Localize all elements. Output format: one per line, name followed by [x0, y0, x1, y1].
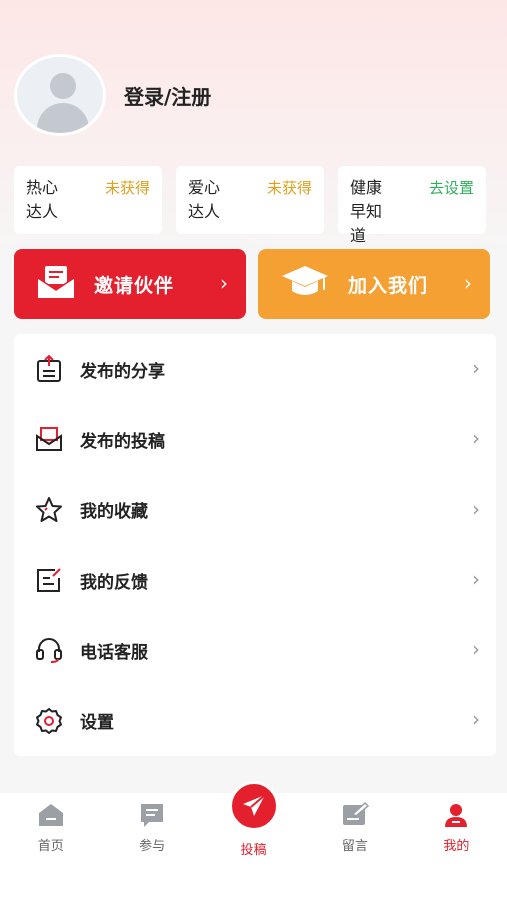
share-upload-icon — [34, 354, 64, 384]
user-icon — [442, 801, 470, 829]
join-us-button[interactable]: 加入我们 › — [258, 249, 490, 319]
menu-item-phone-support[interactable]: 电话客服 › — [14, 615, 496, 685]
badge-status: 未获得 — [104, 179, 150, 197]
graduation-cap-icon — [280, 264, 330, 304]
tab-label: 我的 — [443, 839, 470, 854]
tab-submit[interactable]: 投稿 — [203, 781, 304, 900]
chevron-right-icon: › — [472, 356, 480, 380]
menu-item-label: 发布的投稿 — [80, 431, 165, 452]
tab-label: 投稿 — [240, 843, 267, 858]
tab-messages[interactable]: 留言 — [304, 793, 405, 900]
star-icon — [34, 495, 64, 525]
chevron-right-icon: › — [472, 426, 480, 451]
badge-row: 热心达人 未获得 爱心达人 未获得 健康早知道 去设置 — [14, 166, 486, 245]
badge-status: 未获得 — [266, 179, 312, 197]
menu-item-label: 发布的分享 — [80, 361, 165, 382]
action-buttons: 邀请伙伴 › 加入我们 › — [14, 249, 490, 319]
profile-header[interactable]: 登录/注册 — [14, 54, 211, 136]
tab-label: 首页 — [37, 839, 64, 854]
gear-icon — [34, 706, 64, 736]
badge-status-setup-link[interactable]: 去设置 — [429, 176, 474, 224]
invite-partner-label: 邀请伙伴 — [94, 274, 175, 297]
home-icon — [37, 801, 65, 829]
tab-label: 留言 — [341, 839, 368, 854]
menu-item-settings[interactable]: 设置 › — [14, 685, 496, 755]
message-edit-icon — [341, 801, 369, 829]
feedback-icon — [34, 565, 64, 595]
login-register-link[interactable]: 登录/注册 — [124, 81, 211, 110]
badge-card-health[interactable]: 健康早知道 去设置 — [338, 166, 486, 245]
menu-item-my-shares[interactable]: 发布的分享 › — [14, 334, 496, 404]
tab-home[interactable]: 首页 — [0, 793, 101, 900]
badge-card-aixin[interactable]: 爱心达人 未获得 — [176, 166, 324, 234]
headset-icon — [34, 635, 64, 665]
menu-item-my-submissions[interactable]: 发布的投稿 › — [14, 404, 496, 474]
menu-item-favorites[interactable]: 我的收藏 › — [14, 475, 496, 545]
tab-participate[interactable]: 参与 — [101, 793, 202, 900]
avatar[interactable] — [14, 54, 106, 136]
badge-name: 健康早知道 — [350, 178, 383, 245]
chevron-right-icon: › — [472, 496, 480, 521]
chevron-right-icon: › — [472, 637, 480, 662]
badge-name: 爱心达人 — [188, 178, 221, 221]
chevron-right-icon: › — [472, 566, 480, 591]
chevron-right-icon: › — [220, 271, 228, 295]
chevron-right-icon: › — [472, 707, 480, 732]
join-us-label: 加入我们 — [348, 274, 429, 297]
menu-list: 发布的分享 › 发布的投稿 › 我的收藏 › 我的反馈 › 电话客服 › 设置 … — [14, 334, 496, 756]
chevron-right-icon: › — [464, 271, 472, 295]
menu-item-label: 电话客服 — [80, 642, 148, 663]
menu-item-label: 我的收藏 — [80, 502, 148, 523]
tab-mine[interactable]: 我的 — [406, 793, 507, 900]
bottom-tab-bar: 首页 参与 投稿 留言 我的 — [0, 781, 507, 900]
paper-plane-icon — [228, 781, 279, 831]
envelope-icon — [34, 424, 64, 454]
menu-item-feedback[interactable]: 我的反馈 › — [14, 545, 496, 615]
badge-name: 热心达人 — [26, 178, 59, 221]
mail-icon — [36, 264, 76, 304]
chat-icon — [138, 801, 166, 829]
invite-partner-button[interactable]: 邀请伙伴 › — [14, 249, 246, 319]
menu-item-label: 我的反馈 — [80, 572, 148, 593]
menu-item-label: 设置 — [80, 713, 114, 734]
badge-card-rexin[interactable]: 热心达人 未获得 — [14, 166, 162, 234]
tab-label: 参与 — [139, 839, 166, 854]
